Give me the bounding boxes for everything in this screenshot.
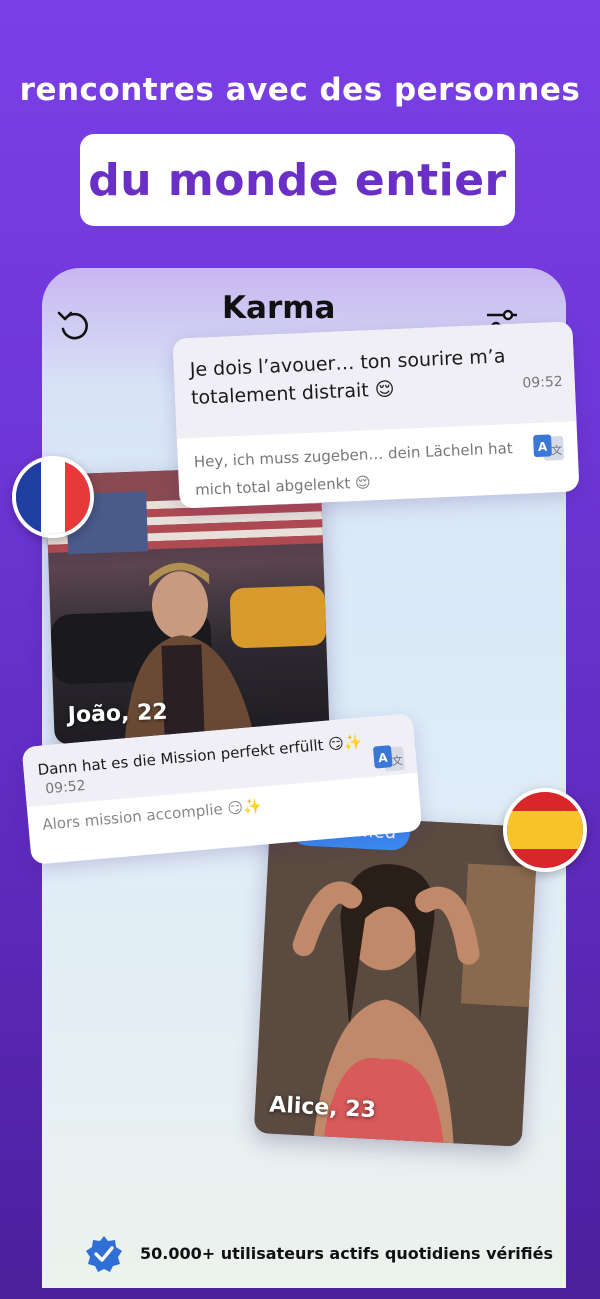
svg-text:文: 文 — [391, 753, 403, 768]
verified-badge-icon — [86, 1236, 122, 1272]
svg-text:文: 文 — [551, 443, 563, 457]
chat-bubble-received: Je dois l’avouer… ton sourire m’a totale… — [172, 321, 580, 509]
france-flag-icon — [12, 456, 94, 538]
app-title: Karma — [222, 290, 336, 326]
headline-line1: rencontres avec des personnes — [19, 72, 581, 108]
translate-icon[interactable]: A 文 — [371, 742, 407, 775]
message-time: 09:52 — [522, 373, 564, 392]
message-translation: Hey, ich muss zugeben… dein Lächeln hat … — [193, 439, 513, 499]
headline-highlight-box: du monde entier — [80, 134, 515, 226]
svg-text:A: A — [378, 750, 389, 765]
undo-icon[interactable] — [55, 307, 91, 343]
profile-card-alice[interactable]: Alice, 23 — [253, 813, 539, 1147]
translate-icon[interactable]: A 文 — [531, 432, 566, 463]
message-time: 09:52 — [44, 777, 87, 798]
message-text: Je dois l’avouer… ton sourire m’a totale… — [189, 345, 506, 410]
footer-verified-users-text: 50.000+ utilisateurs actifs quotidiens v… — [140, 1244, 554, 1263]
profile-name-joao: João, 22 — [67, 699, 169, 729]
headline-line2: du monde entier — [88, 154, 507, 206]
spain-flag-icon — [503, 788, 587, 872]
svg-text:A: A — [538, 440, 549, 454]
